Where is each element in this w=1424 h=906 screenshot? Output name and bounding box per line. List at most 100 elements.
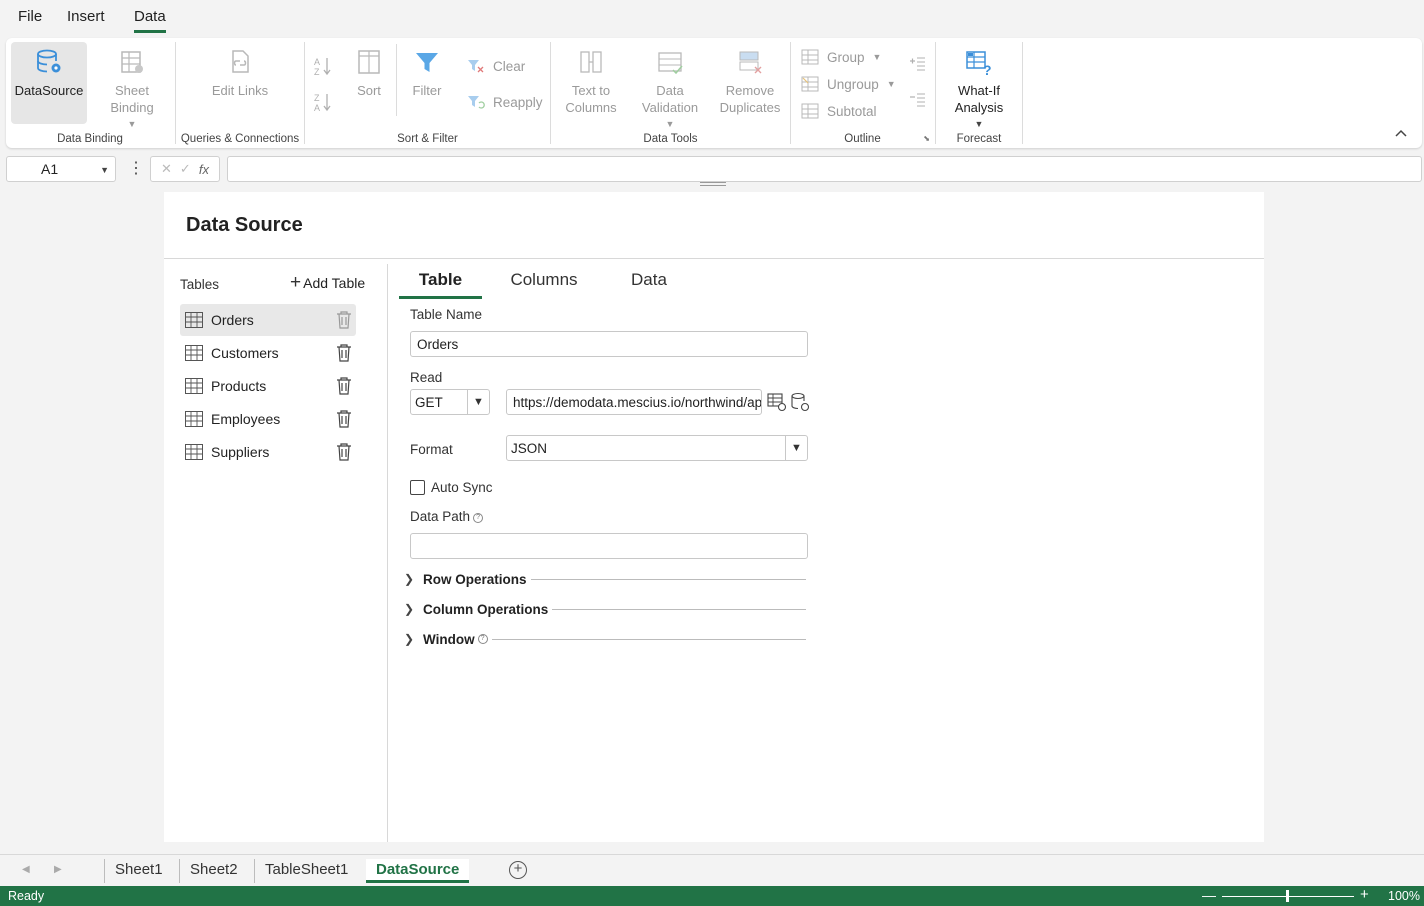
zoom-level[interactable]: 100%	[1388, 889, 1420, 903]
sheet-binding-label-2: Binding	[110, 100, 154, 115]
table-list-item[interactable]: Employees	[180, 403, 356, 435]
what-if-icon: ?	[966, 51, 992, 76]
tab-columns[interactable]: Columns	[504, 270, 584, 296]
previous-sheet-icon[interactable]: ◀	[22, 864, 30, 875]
menu-tab-file[interactable]: File	[18, 8, 42, 30]
url-field[interactable]: https://demodata.mescius.io/northwind/ap…	[506, 389, 762, 415]
database-settings-icon[interactable]	[790, 392, 810, 412]
table-list-item[interactable]: Orders	[180, 304, 356, 336]
chevron-down-icon: ▼	[872, 52, 882, 62]
more-options-icon[interactable]: ⋮	[128, 158, 144, 178]
http-method-value: GET	[415, 394, 443, 410]
data-source-panel: Data Source Tables + Add Table Orders Cu…	[164, 192, 1264, 842]
chevron-right-icon: ❯	[404, 602, 415, 616]
sheet-tab-tablesheet1[interactable]: TableSheet1	[254, 859, 358, 883]
name-box[interactable]: A1 ▼	[6, 156, 116, 182]
chevron-down-icon: ▼	[785, 436, 807, 460]
menu-tab-data[interactable]: Data	[134, 8, 166, 33]
ungroup-button[interactable]: Ungroup ▼	[801, 75, 896, 93]
confirm-icon[interactable]: ✓	[180, 161, 191, 177]
ungroup-rows-icon	[801, 76, 819, 92]
what-if-analysis-button[interactable]: ? What-If Analysis ▼	[944, 42, 1014, 129]
zoom-in-icon[interactable]: +	[1360, 886, 1369, 903]
help-icon[interactable]: ?	[473, 513, 484, 523]
sort-icon	[358, 50, 380, 74]
menu-tab-insert[interactable]: Insert	[67, 8, 105, 30]
ribbon: DataSource Sheet Binding ▼ Data Binding …	[6, 38, 1422, 148]
status-bar: Ready — + 100%	[0, 886, 1424, 906]
next-sheet-icon[interactable]: ▶	[54, 864, 62, 875]
trash-icon[interactable]	[336, 344, 352, 362]
add-table-button[interactable]: + Add Table	[290, 273, 365, 292]
clear-button[interactable]: Clear	[467, 57, 525, 75]
trash-icon[interactable]	[336, 311, 352, 329]
read-label: Read	[410, 370, 443, 385]
ungroup-label: Ungroup	[827, 76, 879, 92]
section-title: Row Operations	[423, 571, 527, 587]
formula-controls: ✕ ✓ fx	[150, 156, 220, 182]
formula-input[interactable]	[227, 156, 1422, 182]
table-icon	[185, 444, 203, 460]
text-to-columns-button[interactable]: Text to Columns	[559, 42, 623, 128]
table-list-item[interactable]: Suppliers	[180, 436, 356, 468]
filter-icon	[416, 53, 438, 72]
column-operations-section[interactable]: ❯ Column Operations	[404, 599, 806, 619]
remove-duplicates-button[interactable]: Remove Duplicates	[717, 42, 783, 128]
group-label-data-tools: Data Tools	[643, 133, 698, 145]
ribbon-group-queries: Edit Links Queries & Connections	[176, 38, 304, 148]
trash-icon[interactable]	[336, 410, 352, 428]
table-settings-icon[interactable]	[767, 392, 787, 412]
show-detail-icon[interactable]	[908, 56, 926, 72]
function-icon[interactable]: fx	[199, 162, 209, 177]
chevron-down-icon[interactable]: ▼	[100, 165, 109, 175]
format-select[interactable]: JSON ▼	[506, 435, 808, 461]
dialog-launcher-icon[interactable]: ⬊	[923, 134, 930, 143]
sort-a-z-icon[interactable]: A Z	[314, 56, 332, 76]
data-path-label-text: Data Path	[410, 509, 471, 524]
data-validation-button[interactable]: Data Validation ▼	[637, 42, 703, 129]
svg-text:Z: Z	[314, 93, 320, 103]
table-icon	[185, 345, 203, 361]
edit-links-button[interactable]: Edit Links	[204, 42, 276, 112]
sort-button[interactable]: Sort	[347, 42, 391, 112]
reapply-button[interactable]: Reapply	[467, 93, 543, 111]
link-document-icon	[232, 50, 249, 73]
svg-text:Z: Z	[314, 67, 320, 76]
table-list-item[interactable]: Customers	[180, 337, 356, 369]
filter-button[interactable]: Filter	[405, 42, 449, 112]
row-operations-section[interactable]: ❯ Row Operations	[404, 569, 806, 589]
hide-detail-icon[interactable]	[908, 92, 926, 108]
trash-icon[interactable]	[336, 443, 352, 461]
reapply-filter-icon	[468, 96, 485, 109]
svg-text:?: ?	[983, 62, 992, 76]
auto-sync-checkbox[interactable]	[410, 480, 425, 495]
subtotal-button[interactable]: Subtotal	[801, 102, 877, 120]
group-button[interactable]: Group ▼	[801, 48, 881, 66]
zoom-slider-thumb[interactable]	[1286, 890, 1289, 902]
menu-bar: File Insert Data	[0, 0, 1424, 36]
tables-heading: Tables	[180, 277, 220, 292]
http-method-select[interactable]: GET ▼	[410, 389, 490, 415]
divider	[530, 578, 806, 580]
sheet-tab-sheet2[interactable]: Sheet2	[179, 859, 248, 883]
zoom-out-icon[interactable]: —	[1202, 887, 1216, 903]
resize-handle[interactable]	[700, 182, 726, 186]
datasource-button[interactable]: DataSource	[11, 42, 87, 124]
help-icon[interactable]: ?	[477, 634, 488, 644]
sheet-tab-sheet1[interactable]: Sheet1	[104, 859, 173, 883]
cancel-icon[interactable]: ✕	[161, 161, 172, 177]
table-list-item[interactable]: Products	[180, 370, 356, 402]
window-section[interactable]: ❯ Window ?	[404, 629, 806, 649]
tab-table[interactable]: Table	[399, 270, 482, 299]
divider	[491, 638, 806, 640]
trash-icon[interactable]	[336, 377, 352, 395]
sort-z-a-icon[interactable]: Z A	[314, 92, 332, 112]
data-path-field[interactable]	[410, 533, 808, 559]
collapse-ribbon-icon[interactable]	[1394, 128, 1408, 138]
sheet-binding-button[interactable]: Sheet Binding ▼	[94, 42, 170, 129]
ribbon-group-data-tools: Text to Columns Data Validation ▼ Remove…	[551, 38, 790, 148]
add-sheet-icon[interactable]: +	[509, 861, 527, 879]
sheet-tab-datasource[interactable]: DataSource	[366, 859, 470, 883]
table-name-field[interactable]: Orders	[410, 331, 808, 357]
tab-data[interactable]: Data	[619, 270, 679, 296]
